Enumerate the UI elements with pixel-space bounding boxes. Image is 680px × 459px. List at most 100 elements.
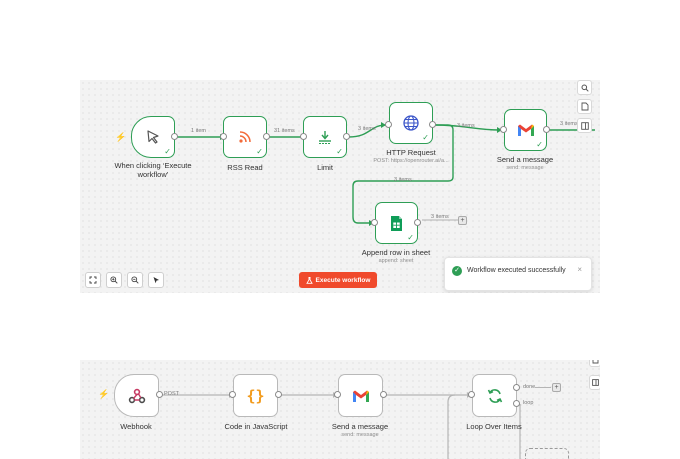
output-handle[interactable] <box>343 133 350 140</box>
trigger-bolt-icon: ⚡ <box>115 132 127 142</box>
page-icon <box>581 102 588 111</box>
item-count: 31 items <box>274 128 295 134</box>
input-handle[interactable] <box>229 391 236 398</box>
node-manual-trigger[interactable]: ✓ <box>131 116 175 158</box>
add-node-plus-icon[interactable]: + <box>458 216 467 225</box>
item-count: 3 items <box>560 121 578 127</box>
page-icon <box>592 360 598 363</box>
toast-message: Workflow executed successfully <box>467 267 566 274</box>
output-handle[interactable] <box>543 126 550 133</box>
input-handle[interactable] <box>300 133 307 140</box>
item-count: 1 item <box>191 128 206 134</box>
input-handle[interactable] <box>334 391 341 398</box>
limit-icon <box>319 131 331 144</box>
node-subtitle-gmail: send: message <box>506 165 544 171</box>
output-handle[interactable] <box>380 391 387 398</box>
loop-icon <box>487 388 502 403</box>
sticky-note-button[interactable] <box>589 360 600 367</box>
add-node-plus-icon[interactable]: + <box>552 383 561 392</box>
output-handle[interactable] <box>429 121 436 128</box>
output-handle[interactable] <box>171 133 178 140</box>
fit-view-button[interactable] <box>85 272 101 288</box>
success-check-icon: ✓ <box>256 147 263 156</box>
input-handle[interactable] <box>468 391 475 398</box>
cursor-icon <box>147 130 159 144</box>
output-label-loop: loop <box>523 400 534 406</box>
panel-toggle-button[interactable] <box>589 375 600 390</box>
node-label-trigger: When clicking ‘Execute workflow’ <box>114 161 192 179</box>
panel-icon <box>580 121 589 130</box>
panel-toggle-button[interactable] <box>577 118 592 133</box>
google-sheets-icon <box>391 215 402 231</box>
add-node-placeholder[interactable] <box>525 448 569 459</box>
node-label-gmail: Send a message <box>496 155 554 164</box>
node-rss-read[interactable]: ✓ <box>223 116 267 158</box>
node-label-http: HTTP Request <box>386 148 436 157</box>
node-label-sheets: Append row in sheet <box>361 248 431 257</box>
gmail-icon <box>352 390 369 402</box>
node-http-request[interactable]: ✓ <box>389 102 433 144</box>
pointer-icon <box>153 277 159 284</box>
zoom-out-button[interactable] <box>127 272 143 288</box>
node-subtitle-sheets: append: sheet <box>378 258 414 264</box>
output-handle[interactable] <box>263 133 270 140</box>
success-check-icon: ✓ <box>536 140 543 149</box>
pointer-mode-button[interactable] <box>148 272 164 288</box>
output-handle[interactable] <box>414 219 421 226</box>
node-send-message[interactable]: ✓ <box>504 109 547 151</box>
search-icon <box>581 84 589 92</box>
success-check-icon: ✓ <box>407 233 414 242</box>
webhook-icon <box>128 388 145 403</box>
workflow-canvas-2[interactable]: ⚡ POST Webhook {} Code in JavaScript Sen… <box>80 360 600 459</box>
workflow-canvas-1[interactable]: ⚡ ✓ When clicking ‘Execute workflow’ ✓ R… <box>80 80 600 293</box>
input-handle[interactable] <box>220 133 227 140</box>
execute-workflow-button[interactable]: Execute workflow <box>299 272 377 288</box>
trigger-bolt-icon: ⚡ <box>98 389 110 399</box>
node-label-loop: Loop Over Items <box>466 422 522 431</box>
node-webhook[interactable] <box>114 374 159 417</box>
fit-view-icon <box>89 276 97 284</box>
node-label-code: Code in JavaScript <box>224 422 288 431</box>
execute-workflow-label: Execute workflow <box>315 276 371 284</box>
item-count: 3 items <box>431 214 449 220</box>
success-check-icon: ✓ <box>452 266 462 276</box>
success-toast: ✓ Workflow executed successfully × <box>444 257 592 291</box>
item-count: 3 items <box>457 123 475 129</box>
globe-icon <box>403 115 419 131</box>
output-label-done: done <box>523 384 536 390</box>
connection-label: POST <box>164 391 179 397</box>
search-button[interactable] <box>577 80 592 95</box>
node-subtitle-http: POST: https://openrouter.ai/a... <box>373 158 449 164</box>
input-handle[interactable] <box>385 121 392 128</box>
rss-icon <box>239 131 251 143</box>
code-braces-icon: {} <box>246 386 265 405</box>
output-handle[interactable] <box>275 391 282 398</box>
success-check-icon: ✓ <box>336 147 343 156</box>
node-append-row[interactable]: ✓ <box>375 202 418 244</box>
success-check-icon: ✓ <box>422 133 429 142</box>
node-limit[interactable]: ✓ <box>303 116 347 158</box>
input-handle[interactable] <box>371 219 378 226</box>
node-label-rss: RSS Read <box>227 163 263 172</box>
close-icon[interactable]: × <box>577 265 582 274</box>
sticky-note-button[interactable] <box>577 99 592 114</box>
node-label-gmail-2: Send a message <box>331 422 389 431</box>
node-label-limit: Limit <box>317 163 333 172</box>
node-send-message[interactable] <box>338 374 383 417</box>
zoom-in-button[interactable] <box>106 272 122 288</box>
gmail-icon <box>517 124 534 136</box>
output-handle[interactable] <box>156 391 163 398</box>
panel-icon <box>591 379 599 386</box>
flask-icon <box>305 276 313 284</box>
node-code-javascript[interactable]: {} <box>233 374 278 417</box>
node-subtitle-gmail-2: send: message <box>341 432 379 438</box>
node-label-webhook: Webhook <box>120 422 152 431</box>
output-handle-done[interactable] <box>513 384 520 391</box>
item-count: 3 items <box>358 126 376 132</box>
input-handle[interactable] <box>500 126 507 133</box>
zoom-out-icon <box>131 276 139 284</box>
success-check-icon: ✓ <box>164 147 171 156</box>
output-handle-loop[interactable] <box>513 400 520 407</box>
node-loop-over-items[interactable] <box>472 374 517 417</box>
zoom-in-icon <box>110 276 118 284</box>
